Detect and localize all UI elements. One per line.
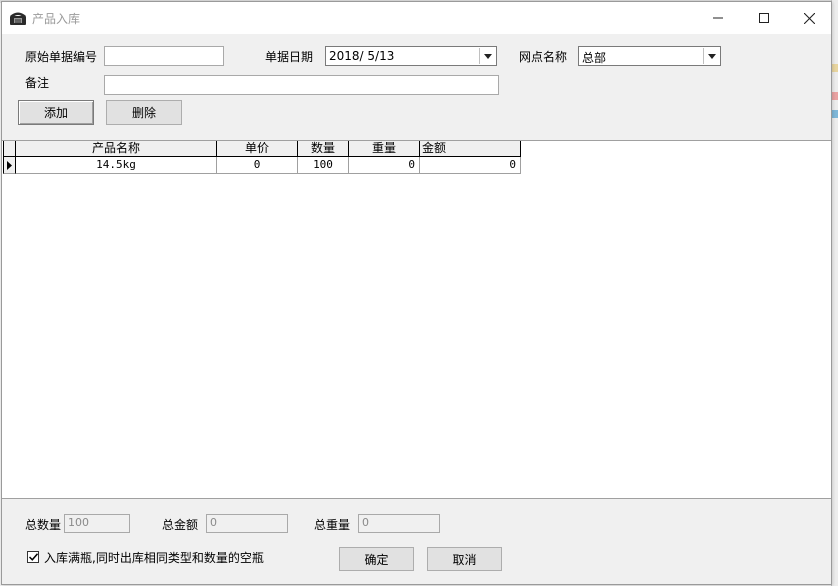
table-cell[interactable]: 0	[420, 157, 521, 174]
swap-empty-checkbox-label[interactable]: 入库满瓶,同时出库相同类型和数量的空瓶	[44, 549, 264, 566]
maximize-icon	[759, 13, 769, 23]
branch-label: 网点名称	[519, 50, 568, 64]
remark-label: 备注	[25, 76, 50, 90]
confirm-button[interactable]: 确定	[339, 547, 414, 571]
total-qty-field: 100	[64, 514, 130, 533]
row-header-corner	[3, 141, 16, 157]
title-bar[interactable]: 产品入库	[2, 2, 831, 34]
product-grid[interactable]: 产品名称 单价 数量 重量 金额 14.5kg 0 100 0 0	[2, 141, 831, 499]
delete-button[interactable]: 删除	[106, 100, 182, 125]
header-form: 原始单据编号 单据日期 2018/ 5/13 网点名称 总部 备注 添加 删除	[2, 34, 831, 141]
minimize-button[interactable]	[695, 2, 741, 34]
background-app-edge	[831, 0, 838, 586]
close-icon	[803, 12, 815, 24]
cancel-button[interactable]: 取消	[427, 547, 502, 571]
date-value: 2018/ 5/13	[329, 49, 395, 63]
column-header[interactable]: 单价	[217, 141, 298, 157]
row-selector[interactable]	[3, 157, 16, 174]
checkmark-icon	[28, 553, 38, 561]
table-cell[interactable]: 0	[349, 157, 420, 174]
product-stock-in-dialog: 产品入库 原始单据编号 单据日期 2018/ 5/13 网点名称 总部 备注 添…	[1, 1, 832, 585]
chevron-down-icon[interactable]	[703, 48, 719, 64]
maximize-button[interactable]	[741, 2, 787, 34]
original-no-label: 原始单据编号	[25, 50, 98, 64]
total-amount-label: 总金额	[162, 518, 199, 532]
table-cell[interactable]: 100	[298, 157, 349, 174]
background-app-marker	[832, 110, 838, 118]
window-title: 产品入库	[32, 12, 81, 26]
total-qty-label: 总数量	[25, 518, 62, 532]
column-header[interactable]: 产品名称	[16, 141, 217, 157]
branch-select[interactable]: 总部	[578, 46, 721, 66]
add-button[interactable]: 添加	[18, 100, 94, 125]
date-label: 单据日期	[265, 50, 314, 64]
footer-panel: 总数量 100 总金额 0 总重量 0 入库满瓶,同时出库相同类型和数量的空瓶 …	[2, 499, 831, 584]
column-header[interactable]: 金额	[420, 141, 521, 157]
background-app-marker	[832, 92, 838, 100]
remark-input[interactable]	[104, 75, 499, 95]
total-amount-field: 0	[206, 514, 288, 533]
table-cell[interactable]: 14.5kg	[16, 157, 217, 174]
date-picker[interactable]: 2018/ 5/13	[325, 46, 497, 66]
total-weight-label: 总重量	[314, 518, 351, 532]
table-cell[interactable]: 0	[217, 157, 298, 174]
background-app-marker	[832, 64, 838, 72]
original-no-input[interactable]	[104, 46, 224, 66]
branch-value: 总部	[582, 51, 607, 65]
row-pointer-icon	[7, 160, 12, 170]
swap-empty-checkbox[interactable]	[27, 551, 39, 563]
minimize-icon	[713, 17, 723, 19]
phone-icon	[9, 10, 27, 26]
column-header[interactable]: 重量	[349, 141, 420, 157]
chevron-down-icon[interactable]	[479, 48, 495, 64]
column-header[interactable]: 数量	[298, 141, 349, 157]
close-button[interactable]	[786, 2, 832, 34]
total-weight-field: 0	[358, 514, 440, 533]
